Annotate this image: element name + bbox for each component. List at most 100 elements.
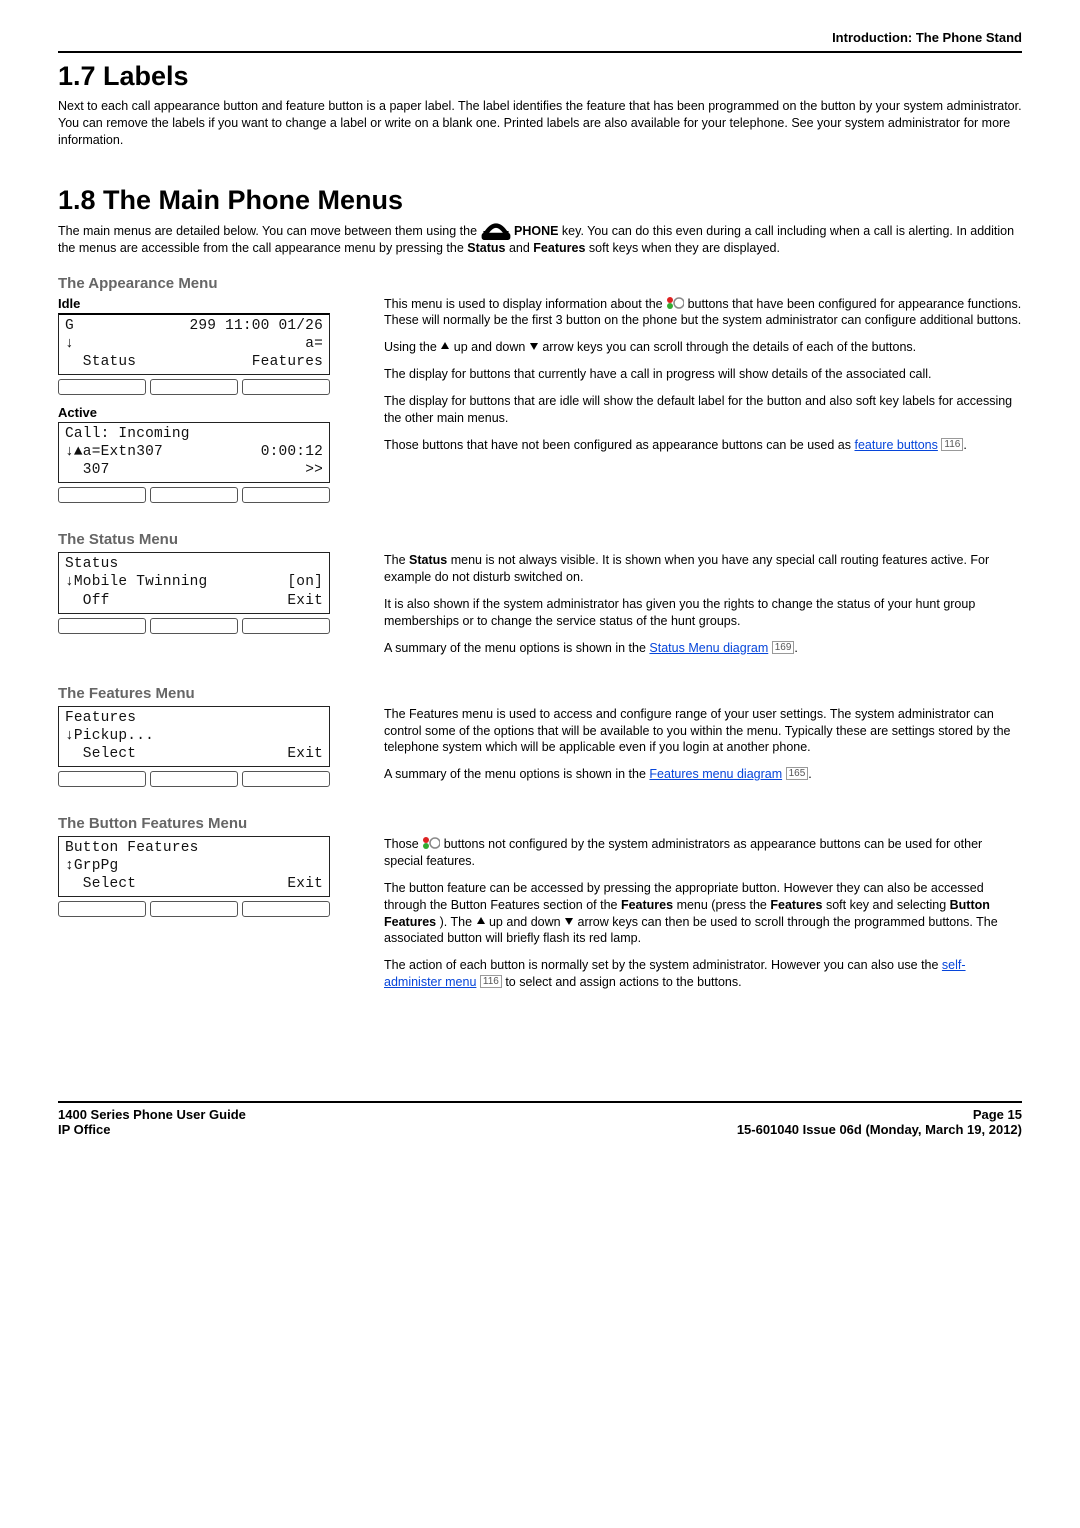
breadcrumb: Introduction: The Phone Stand	[58, 30, 1022, 45]
lcd-idle-r3r: Features	[252, 353, 323, 371]
bf-p1: Those buttons not configured by the syst…	[384, 836, 1022, 870]
button-features-menu-title: The Button Features Menu	[58, 815, 1022, 832]
text: .	[963, 438, 966, 452]
top-rule	[58, 51, 1022, 53]
footer-rule	[58, 1101, 1022, 1103]
phone-key-label: PHONE	[514, 224, 558, 238]
phone-icon	[481, 224, 511, 238]
lcd-features-r1l: Features	[65, 709, 136, 727]
section-17-body: Next to each call appearance button and …	[58, 98, 1022, 149]
lcd-status-r3r: Exit	[287, 592, 323, 610]
heading-1-7: 1.7 Labels	[58, 61, 1022, 92]
features-key-label: Features	[533, 241, 585, 255]
footer-right-2: 15-601040 Issue 06d (Monday, March 19, 2…	[737, 1122, 1022, 1137]
text: menu (press the	[677, 898, 771, 912]
text: Those buttons that have not been configu…	[384, 438, 854, 452]
softkeys-status	[58, 618, 330, 634]
footer-left-1: 1400 Series Phone User Guide	[58, 1107, 246, 1122]
softkey	[150, 487, 238, 503]
appearance-p3: The display for buttons that currently h…	[384, 366, 1022, 383]
footer-left-2: IP Office	[58, 1122, 111, 1137]
status-p1: The Status menu is not always visible. I…	[384, 552, 1022, 586]
lcd-idle-r1l: G	[65, 317, 74, 335]
section-18-intro: The main menus are detailed below. You c…	[58, 222, 1022, 257]
lcd-status-r2r: [on]	[287, 573, 323, 591]
appearance-menu-title: The Appearance Menu	[58, 275, 1022, 292]
features-key-label: Features	[770, 898, 822, 912]
text: ). The	[440, 915, 476, 929]
appearance-p1: This menu is used to display information…	[384, 296, 1022, 330]
status-p2: It is also shown if the system administr…	[384, 596, 1022, 630]
lcd-bf-r3r: Exit	[287, 875, 323, 893]
softkey	[58, 618, 146, 634]
page-ref: 116	[480, 975, 502, 988]
lcd-idle: G299 11:00 01/26 ↓a= StatusFeatures	[58, 313, 330, 375]
text: to select and assign actions to the butt…	[505, 975, 741, 989]
status-key-label: Status	[409, 553, 447, 567]
text: .	[808, 767, 811, 781]
features-diagram-link[interactable]: Features menu diagram	[649, 767, 782, 781]
softkey	[150, 771, 238, 787]
page-ref: 165	[786, 767, 809, 780]
softkey	[150, 901, 238, 917]
lcd-idle-r1r: 299 11:00 01/26	[189, 317, 323, 335]
softkeys-features	[58, 771, 330, 787]
status-key-label: Status	[467, 241, 505, 255]
text: up and down	[489, 915, 564, 929]
text: .	[794, 641, 797, 655]
down-arrow-icon	[564, 915, 574, 929]
idle-label: Idle	[58, 296, 358, 311]
lcd-features: Features ↓Pickup... SelectExit	[58, 706, 330, 767]
lcd-idle-r2r: a=	[305, 335, 323, 353]
lcd-features-r3r: Exit	[287, 745, 323, 763]
lcd-active-r3l: 307	[65, 461, 110, 479]
up-arrow-icon	[440, 340, 450, 354]
text: up and down	[454, 340, 529, 354]
softkeys-active	[58, 487, 330, 503]
lcd-active-r2l: ↓▲a=Extn307	[65, 443, 163, 461]
page-footer: 1400 Series Phone User Guide Page 15 IP …	[0, 1101, 1080, 1177]
bf-p3: The action of each button is normally se…	[384, 957, 1022, 991]
softkeys-button-features	[58, 901, 330, 917]
text: This menu is used to display information…	[384, 297, 666, 311]
softkey	[242, 771, 330, 787]
appearance-p5: Those buttons that have not been configu…	[384, 437, 1022, 454]
active-label: Active	[58, 405, 358, 420]
lcd-button-features: Button Features ↕GrpPg SelectExit	[58, 836, 330, 897]
lamp-icon	[422, 837, 440, 851]
lcd-active-r3r: >>	[305, 461, 323, 479]
softkey	[58, 901, 146, 917]
softkey	[58, 771, 146, 787]
text: arrow keys you can scroll through the de…	[542, 340, 916, 354]
text: Using the	[384, 340, 440, 354]
lcd-bf-r1l: Button Features	[65, 839, 199, 857]
features-p1: The Features menu is used to access and …	[384, 706, 1022, 757]
lcd-status: Status ↓Mobile Twinning [on] Off Exit	[58, 552, 330, 613]
intro-text-c: soft keys when they are displayed.	[589, 241, 780, 255]
feature-buttons-link[interactable]: feature buttons	[854, 438, 937, 452]
softkey	[150, 379, 238, 395]
down-arrow-icon	[529, 340, 539, 354]
text: Those	[384, 837, 422, 851]
features-p2: A summary of the menu options is shown i…	[384, 766, 1022, 783]
up-arrow-icon	[476, 915, 486, 929]
heading-1-8: 1.8 The Main Phone Menus	[58, 185, 1022, 216]
lcd-active: Call: Incoming ↓▲a=Extn307 0:00:12 307 >>	[58, 422, 330, 483]
status-p3: A summary of the menu options is shown i…	[384, 640, 1022, 657]
lcd-active-r2r: 0:00:12	[261, 443, 323, 461]
lcd-status-r3l: Off	[65, 592, 110, 610]
lcd-status-r1l: Status	[65, 555, 118, 573]
softkey	[242, 379, 330, 395]
softkey	[242, 487, 330, 503]
lcd-active-r1l: Call: Incoming	[65, 425, 190, 443]
softkeys-idle	[58, 379, 330, 395]
intro-and: and	[509, 241, 533, 255]
features-menu-title: The Features Menu	[58, 685, 1022, 702]
lcd-features-r2l: ↓Pickup...	[65, 727, 154, 745]
text: A summary of the menu options is shown i…	[384, 767, 649, 781]
lcd-status-r2l: ↓Mobile Twinning	[65, 573, 207, 591]
status-diagram-link[interactable]: Status Menu diagram	[649, 641, 768, 655]
footer-right-1: Page 15	[973, 1107, 1022, 1122]
text: buttons not configured by the system adm…	[384, 837, 982, 868]
lcd-bf-r3l: Select	[65, 875, 136, 893]
